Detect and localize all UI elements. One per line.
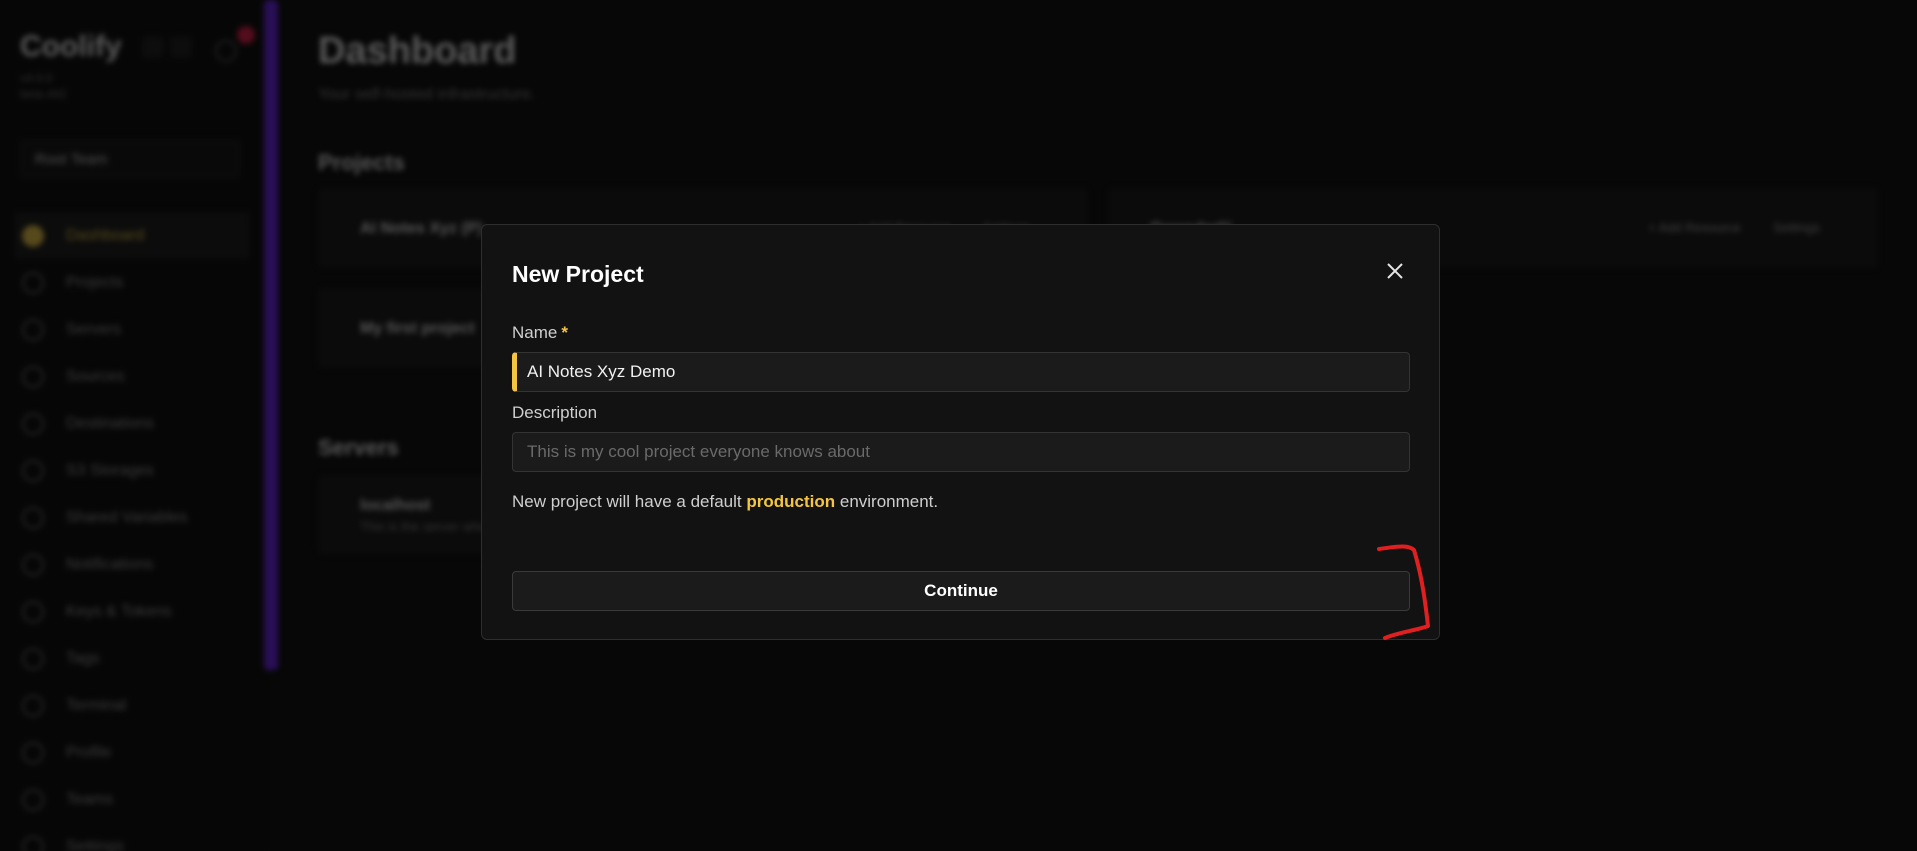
info-suffix: environment. (839, 492, 939, 511)
info-prefix: New project will have a default (512, 492, 742, 511)
modal-title: New Project (512, 261, 644, 287)
environment-info: New project will have a default producti… (512, 492, 938, 512)
continue-button[interactable]: Continue (512, 571, 1410, 611)
description-input[interactable] (512, 432, 1410, 472)
close-icon (1387, 263, 1403, 279)
name-label-text: Name (512, 323, 558, 342)
description-label: Description (512, 403, 598, 422)
environment-name: production (746, 492, 836, 511)
required-mark: * (561, 323, 568, 342)
annotation-mark (1377, 544, 1430, 640)
name-input[interactable] (512, 352, 1410, 392)
close-button[interactable] (1383, 259, 1407, 283)
new-project-modal: New Project Name* Description New projec… (481, 224, 1440, 640)
name-label: Name * (512, 323, 568, 343)
